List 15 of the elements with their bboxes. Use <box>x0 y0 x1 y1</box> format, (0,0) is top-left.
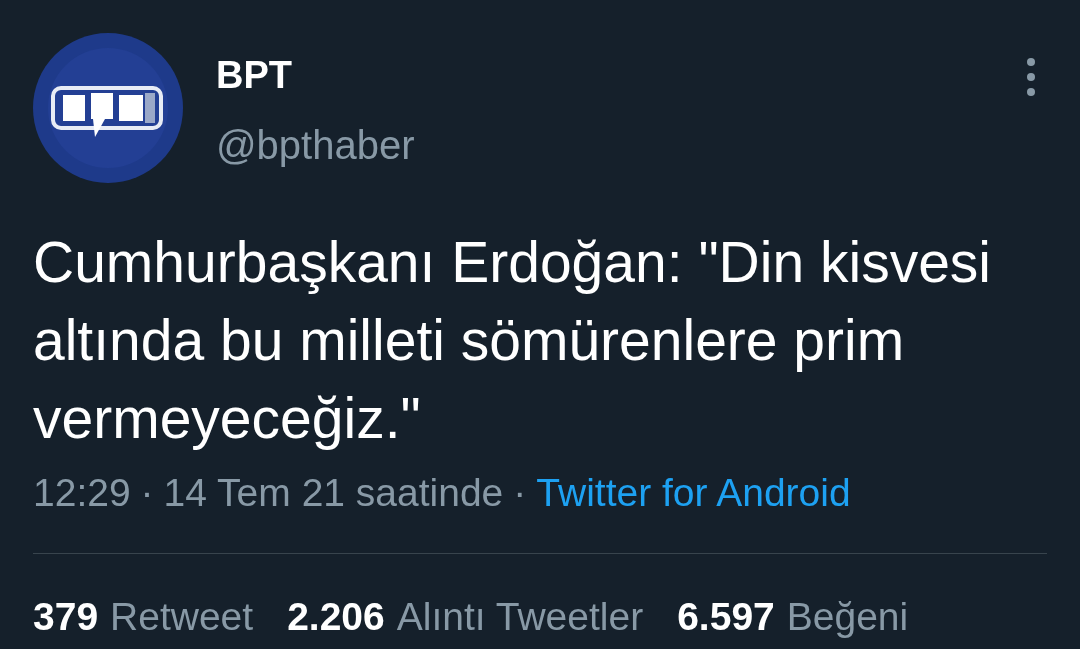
author-name[interactable]: BPT <box>216 53 1025 97</box>
author-handle[interactable]: @bpthaber <box>216 123 1025 167</box>
source-link[interactable]: Twitter for Android <box>536 470 851 516</box>
more-icon[interactable] <box>1025 57 1037 97</box>
stat-count[interactable]: 379 <box>33 594 99 640</box>
separator-dot: · <box>513 470 527 516</box>
tweet-time: 12:29 <box>33 470 131 516</box>
separator-dot: · <box>140 470 154 516</box>
stat-count[interactable]: 2.206 <box>287 594 385 640</box>
stat-label[interactable]: Beğeni <box>786 594 909 640</box>
tweet-date: 14 Tem 21 saatinde <box>163 470 504 516</box>
stat-label[interactable]: Retweet <box>110 594 254 640</box>
stat-count[interactable]: 6.597 <box>677 594 775 640</box>
tweet-text: Cumhurbaşkanı Erdoğan: "Din kisvesi altında bu milleti sömürenlere prim vermeyeceğiz." <box>33 229 992 452</box>
stat-label[interactable]: Alıntı Tweetler <box>396 594 644 640</box>
